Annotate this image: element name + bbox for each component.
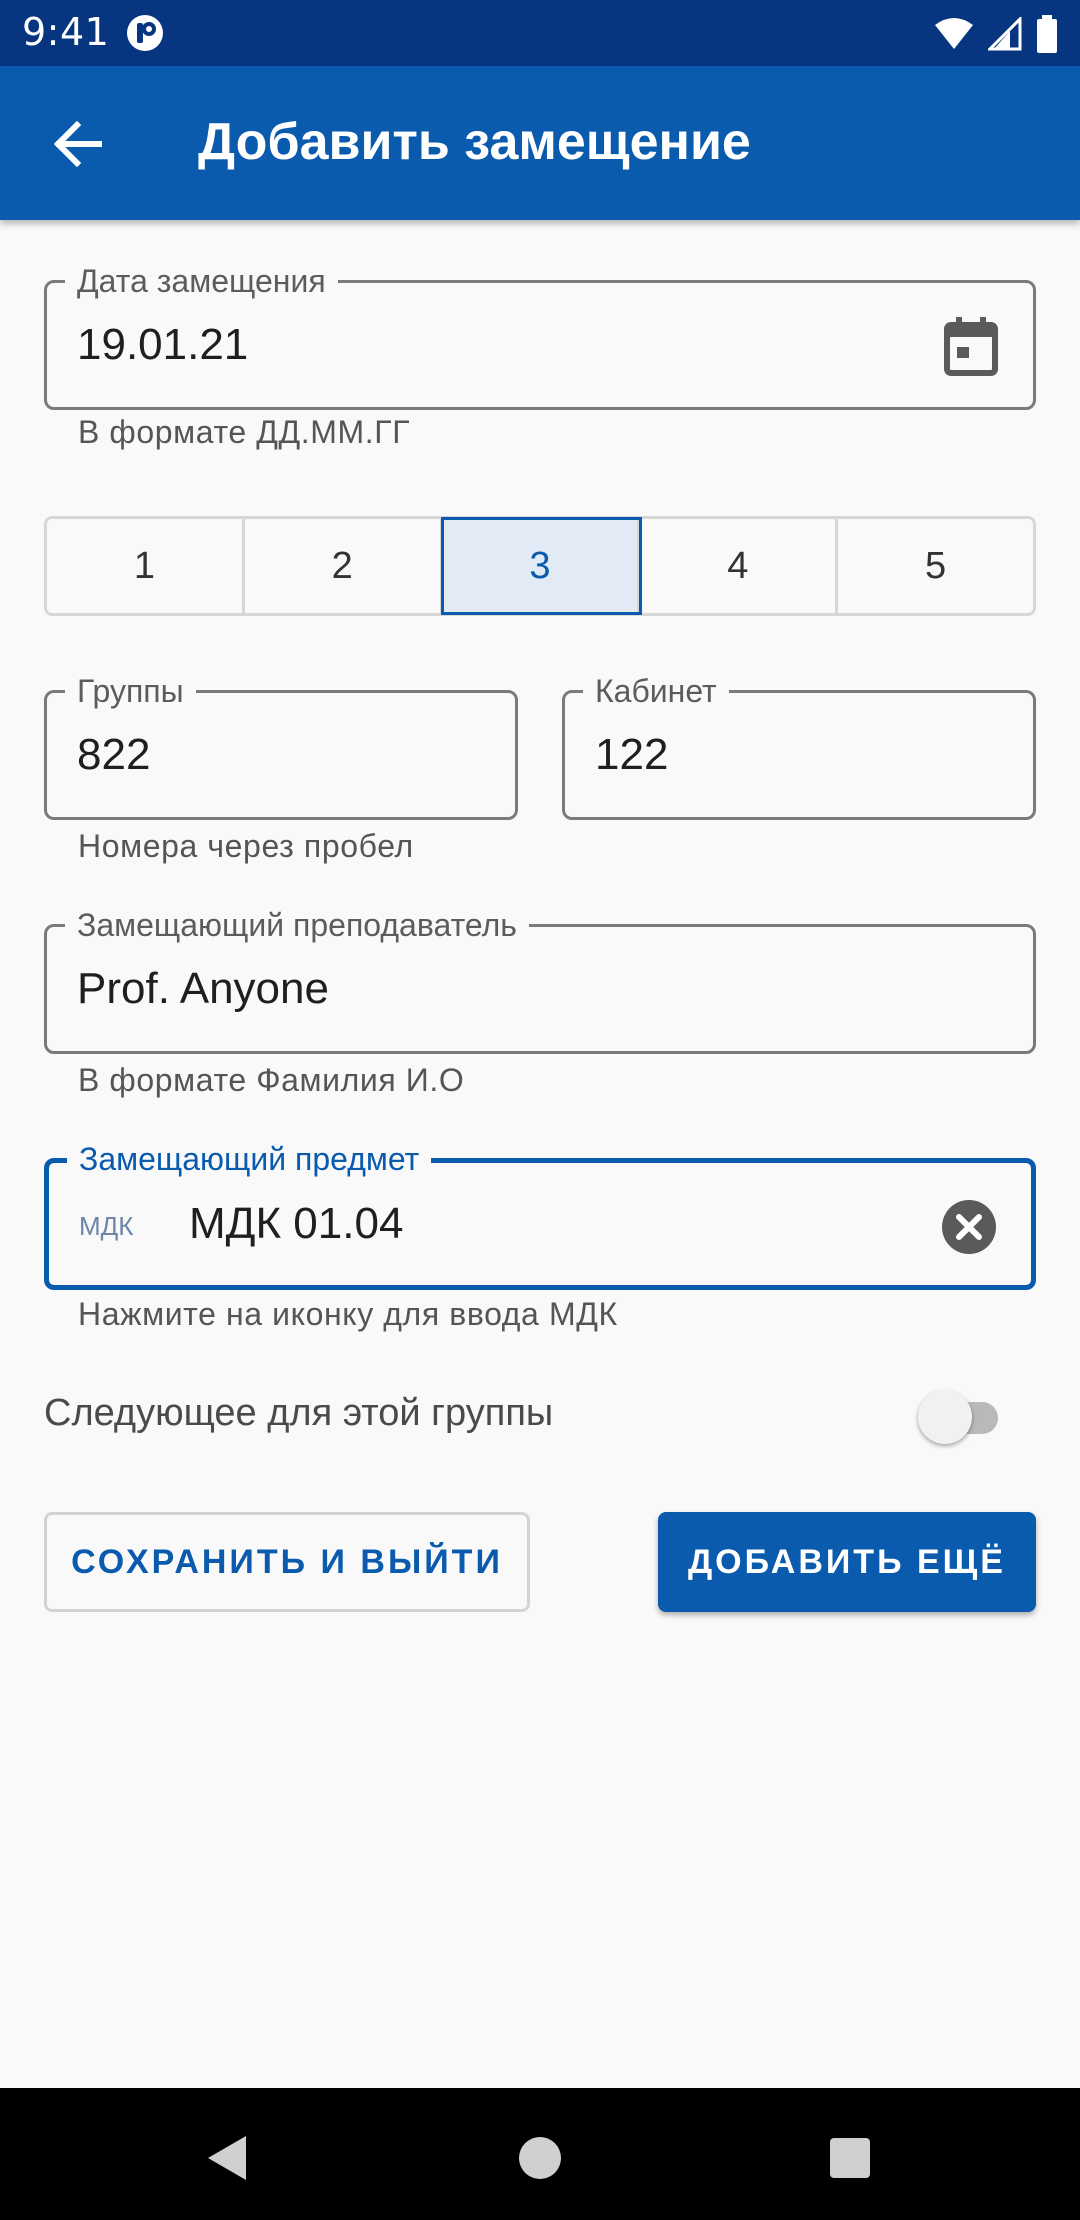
lesson-segment-5[interactable]: 5 <box>838 519 1033 613</box>
status-time: 9:41 <box>22 10 110 54</box>
nav-recents-button[interactable] <box>820 2128 880 2188</box>
app-bar: Добавить замещение <box>0 66 1080 220</box>
room-field-value[interactable]: 122 <box>595 693 668 817</box>
teacher-field[interactable]: Замещающий преподаватель Prof. Anyone <box>44 905 1036 1054</box>
switch-thumb <box>918 1390 972 1444</box>
subject-field[interactable]: Замещающий предмет МДК МДК 01.04 <box>44 1139 1036 1290</box>
nav-home-icon <box>519 2137 561 2179</box>
teacher-helper-text: В формате Фамилия И.О <box>78 1062 465 1098</box>
signal-icon <box>988 17 1022 51</box>
battery-icon <box>1037 15 1057 53</box>
system-nav-bar <box>0 2088 1080 2220</box>
nav-recents-icon <box>830 2138 870 2178</box>
lesson-segment-3[interactable]: 3 <box>440 517 643 615</box>
groups-field-value[interactable]: 822 <box>77 693 150 817</box>
lesson-segment-4[interactable]: 4 <box>640 519 839 613</box>
lesson-segment-2[interactable]: 2 <box>245 519 443 613</box>
groups-helper-text: Номера через пробел <box>78 828 414 864</box>
next-for-group-switch[interactable] <box>918 1390 1008 1444</box>
add-more-button[interactable]: ДОБАВИТЬ ЕЩЁ <box>658 1512 1036 1612</box>
nav-home-button[interactable] <box>510 2128 570 2188</box>
clear-circle-icon[interactable] <box>941 1199 997 1255</box>
lesson-number-selector: 1 2 3 4 5 <box>44 516 1036 616</box>
status-icons <box>934 14 1058 54</box>
lesson-segment-1[interactable]: 1 <box>47 519 245 613</box>
nav-back-icon <box>208 2136 246 2180</box>
date-field[interactable]: Дата замещения 19.01.21 <box>44 261 1036 410</box>
date-field-value[interactable]: 19.01.21 <box>77 283 248 407</box>
groups-field[interactable]: Группы 822 <box>44 671 518 820</box>
teacher-field-value[interactable]: Prof. Anyone <box>77 927 329 1051</box>
status-bar: 9:41 <box>0 0 1080 66</box>
date-helper-text: В формате ДД.ММ.ГГ <box>78 414 411 450</box>
nav-back-button[interactable] <box>196 2128 256 2188</box>
wifi-icon <box>935 18 973 49</box>
next-for-group-label: Следующее для этой группы <box>44 1392 554 1434</box>
page-title: Добавить замещение <box>198 113 751 171</box>
arrow-back-icon <box>53 121 102 167</box>
app-notification-icon <box>127 15 163 51</box>
subject-helper-text: Нажмите на иконку для ввода МДК <box>78 1296 618 1332</box>
back-button[interactable] <box>40 110 116 178</box>
calendar-icon[interactable] <box>943 317 999 377</box>
save-and-exit-button[interactable]: СОХРАНИТЬ И ВЫЙТИ <box>44 1512 530 1612</box>
subject-prefix: МДК <box>79 1211 134 1241</box>
subject-field-value[interactable]: МДК 01.04 <box>189 1163 403 1285</box>
room-field[interactable]: Кабинет 122 <box>562 671 1036 820</box>
